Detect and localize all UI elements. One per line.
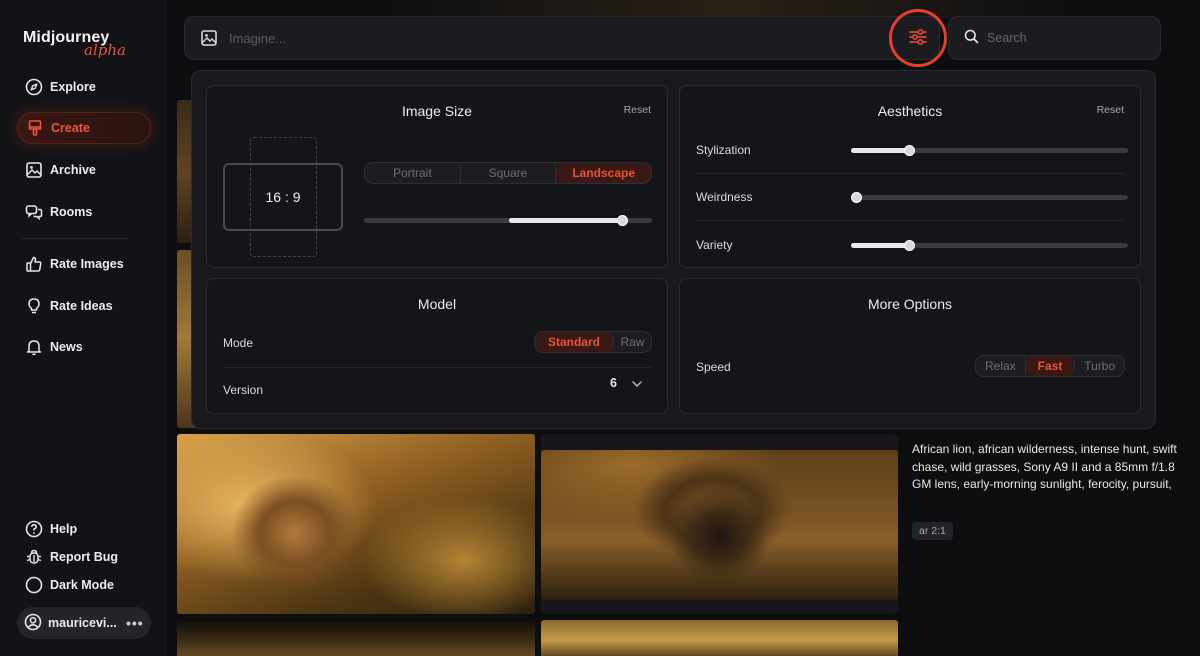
image-size-card: Image Size Reset 16 : 9 Portrait Square … bbox=[206, 85, 668, 268]
sidebar-item-label: Help bbox=[50, 522, 78, 536]
sliders-icon bbox=[908, 27, 928, 50]
help-icon bbox=[25, 520, 43, 538]
sidebar: Midjourney alpha Explore Create Archive … bbox=[0, 0, 166, 656]
slider-fill bbox=[851, 243, 909, 248]
username: mauricevi... bbox=[48, 616, 117, 630]
model-title: Model bbox=[417, 296, 457, 312]
sidebar-item-dark-mode[interactable]: Dark Mode bbox=[17, 569, 151, 601]
prompt-text[interactable]: African lion, african wilderness, intens… bbox=[912, 441, 1182, 494]
orientation-square[interactable]: Square bbox=[461, 163, 557, 183]
speed-selector: Relax Fast Turbo bbox=[975, 355, 1125, 377]
sidebar-item-label: Create bbox=[51, 121, 90, 135]
stylization-slider[interactable] bbox=[851, 145, 1128, 156]
brush-icon bbox=[26, 119, 44, 137]
chat-icon bbox=[25, 203, 43, 221]
variety-slider[interactable] bbox=[851, 240, 1128, 251]
more-options-icon[interactable]: ••• bbox=[126, 615, 144, 631]
mode-label: Mode bbox=[223, 336, 254, 350]
search-input[interactable] bbox=[987, 31, 1137, 45]
gallery-image[interactable] bbox=[541, 620, 898, 656]
imagine-bar bbox=[184, 16, 940, 60]
image-size-reset-button[interactable]: Reset bbox=[624, 104, 651, 116]
gallery-image[interactable] bbox=[541, 450, 898, 600]
sidebar-item-label: Report Bug bbox=[50, 550, 119, 564]
weirdness-slider[interactable] bbox=[851, 192, 1128, 203]
user-menu[interactable]: mauricevi... ••• bbox=[17, 607, 151, 639]
aspect-ratio-value: 16 : 9 bbox=[265, 189, 301, 205]
lightbulb-icon bbox=[25, 297, 43, 315]
settings-toggle-button[interactable] bbox=[889, 9, 947, 67]
stylization-label: Stylization bbox=[696, 143, 751, 157]
sidebar-item-rate-images[interactable]: Rate Images bbox=[17, 248, 151, 280]
speed-relax[interactable]: Relax bbox=[976, 356, 1026, 376]
row-divider bbox=[696, 173, 1124, 174]
image-size-title: Image Size bbox=[401, 103, 473, 119]
more-options-title: More Options bbox=[867, 296, 953, 312]
version-label: Version bbox=[223, 383, 264, 397]
aesthetics-card: Aesthetics Reset Stylization Weirdness V… bbox=[679, 85, 1141, 268]
sidebar-item-label: Archive bbox=[50, 163, 96, 177]
sidebar-divider bbox=[22, 238, 128, 239]
orientation-selector: Portrait Square Landscape bbox=[364, 162, 652, 184]
more-options-card: More Options Speed Relax Fast Turbo bbox=[679, 278, 1141, 414]
gallery-image[interactable] bbox=[177, 620, 535, 656]
slider-handle[interactable] bbox=[904, 145, 915, 156]
sidebar-item-label: Rate Ideas bbox=[50, 299, 113, 313]
model-card: Model Mode Standard Raw Version 6 bbox=[206, 278, 668, 414]
sidebar-item-rooms[interactable]: Rooms bbox=[17, 196, 151, 228]
aesthetics-title: Aesthetics bbox=[877, 103, 943, 119]
orientation-landscape[interactable]: Landscape bbox=[556, 163, 651, 183]
mode-raw[interactable]: Raw bbox=[614, 332, 651, 352]
brand-logo[interactable]: Midjourney alpha bbox=[23, 29, 143, 63]
slider-handle[interactable] bbox=[851, 192, 862, 203]
weirdness-label: Weirdness bbox=[696, 190, 753, 204]
bell-icon bbox=[25, 338, 43, 356]
slider-handle[interactable] bbox=[617, 215, 628, 226]
row-divider bbox=[223, 367, 651, 368]
speed-turbo[interactable]: Turbo bbox=[1075, 356, 1124, 376]
slider-fill bbox=[509, 218, 622, 223]
thumbs-up-icon bbox=[25, 255, 43, 273]
imagine-input[interactable] bbox=[229, 30, 829, 46]
variety-label: Variety bbox=[696, 238, 733, 252]
moon-icon bbox=[25, 576, 43, 594]
sidebar-item-label: Explore bbox=[50, 80, 96, 94]
sidebar-item-label: Dark Mode bbox=[50, 578, 114, 592]
mode-selector: Standard Raw bbox=[534, 331, 652, 353]
mode-standard[interactable]: Standard bbox=[535, 332, 614, 352]
search-icon bbox=[964, 29, 979, 47]
compass-icon bbox=[25, 78, 43, 96]
chevron-down-icon[interactable] bbox=[631, 377, 643, 392]
speed-label: Speed bbox=[696, 360, 731, 374]
orientation-portrait[interactable]: Portrait bbox=[365, 163, 461, 183]
sidebar-item-label: News bbox=[50, 340, 83, 354]
search-box bbox=[948, 16, 1161, 60]
slider-fill bbox=[851, 148, 909, 153]
aspect-ratio-slider[interactable] bbox=[364, 215, 652, 226]
slider-handle[interactable] bbox=[904, 240, 915, 251]
parameter-tag: ar 2:1 bbox=[912, 522, 953, 540]
image-upload-icon[interactable] bbox=[200, 29, 218, 47]
sidebar-item-label: Rooms bbox=[50, 205, 93, 219]
sidebar-item-create[interactable]: Create bbox=[17, 112, 151, 144]
bug-icon bbox=[25, 548, 43, 566]
image-icon bbox=[25, 161, 43, 179]
sidebar-item-archive[interactable]: Archive bbox=[17, 154, 151, 186]
settings-panel: Image Size Reset 16 : 9 Portrait Square … bbox=[191, 70, 1156, 429]
sidebar-item-explore[interactable]: Explore bbox=[17, 71, 151, 103]
row-divider bbox=[696, 220, 1124, 221]
speed-fast[interactable]: Fast bbox=[1025, 356, 1076, 376]
aspect-ratio-preview: 16 : 9 bbox=[223, 163, 343, 231]
gallery-image[interactable] bbox=[177, 434, 535, 614]
aesthetics-reset-button[interactable]: Reset bbox=[1097, 104, 1124, 116]
brand-badge: alpha bbox=[84, 41, 126, 59]
sidebar-item-label: Rate Images bbox=[50, 257, 124, 271]
sidebar-item-rate-ideas[interactable]: Rate Ideas bbox=[17, 290, 151, 322]
version-select[interactable]: 6 bbox=[610, 376, 617, 390]
avatar bbox=[24, 613, 42, 634]
sidebar-item-news[interactable]: News bbox=[17, 331, 151, 363]
